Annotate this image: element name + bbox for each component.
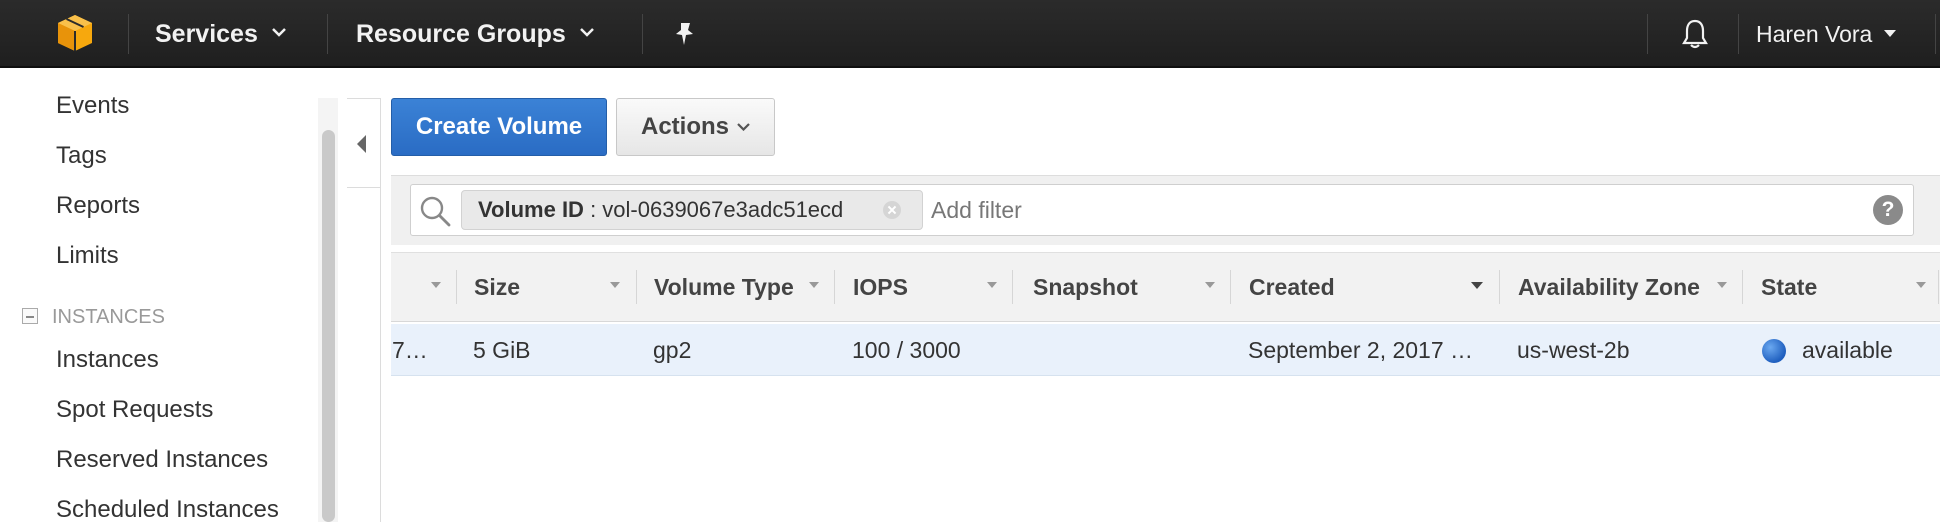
bell-icon[interactable]: [1680, 18, 1710, 50]
collapse-sidebar-toggle[interactable]: [347, 98, 381, 188]
resource-groups-menu[interactable]: Resource Groups: [356, 0, 594, 68]
sidebar-item-events[interactable]: Events: [56, 92, 129, 120]
services-menu[interactable]: Services: [155, 0, 286, 68]
column-header-snapshot[interactable]: Snapshot: [1033, 252, 1138, 322]
nav-divider: [1647, 14, 1648, 54]
column-header-created[interactable]: Created: [1249, 252, 1335, 322]
sidebar-item-limits[interactable]: Limits: [56, 242, 119, 270]
column-separator[interactable]: [456, 270, 457, 304]
table-row[interactable]: [391, 324, 1940, 376]
content-divider: [380, 188, 381, 522]
sort-descending-icon[interactable]: [1471, 282, 1483, 289]
cell-size: 5 GiB: [473, 337, 531, 363]
cell-state: available: [1802, 337, 1893, 363]
cell-availability-zone: us-west-2b: [1517, 337, 1630, 363]
sidebar-section-instances[interactable]: INSTANCES: [22, 306, 165, 329]
cell-truncated-id: 7…: [392, 337, 428, 363]
sidebar-scrollbar-thumb[interactable]: [322, 130, 335, 522]
column-separator[interactable]: [636, 270, 637, 304]
column-header-size[interactable]: Size: [474, 252, 520, 322]
chevron-down-icon: [579, 28, 594, 37]
sidebar-navigation: Events Tags Reports Limits INSTANCES Ins…: [0, 70, 320, 522]
column-separator[interactable]: [1012, 270, 1013, 304]
cell-created: September 2, 2017 …: [1248, 337, 1474, 363]
column-separator[interactable]: [1230, 270, 1231, 304]
sort-caret-icon[interactable]: [1205, 282, 1215, 288]
sidebar-item-reserved-instances[interactable]: Reserved Instances: [56, 446, 268, 474]
volume-id-filter-chip[interactable]: Volume ID : vol-0639067e3adc51ecd: [461, 190, 923, 230]
nav-divider: [1935, 14, 1936, 54]
sidebar-item-instances[interactable]: Instances: [56, 346, 159, 374]
sort-caret-icon[interactable]: [1916, 282, 1926, 288]
nav-divider: [642, 14, 643, 54]
top-navigation-bar: Services Resource Groups Haren Vora: [0, 0, 1940, 68]
sort-caret-icon[interactable]: [809, 282, 819, 288]
column-header-state[interactable]: State: [1761, 252, 1817, 322]
nav-divider: [327, 14, 328, 54]
chevron-down-icon: [737, 123, 750, 131]
collapse-minus-icon[interactable]: [22, 307, 38, 324]
table-header: [391, 252, 1940, 322]
sidebar-section-label: INSTANCES: [52, 306, 165, 328]
column-header-availability-zone[interactable]: Availability Zone: [1518, 252, 1700, 322]
column-separator[interactable]: [1499, 270, 1500, 304]
create-volume-button[interactable]: Create Volume: [391, 98, 607, 156]
cell-volume-type: gp2: [653, 337, 692, 363]
pin-icon[interactable]: [671, 20, 699, 48]
column-header-iops[interactable]: IOPS: [853, 252, 908, 322]
column-separator[interactable]: [834, 270, 835, 304]
aws-cube-logo-icon[interactable]: [54, 12, 96, 54]
sort-caret-icon[interactable]: [610, 282, 620, 288]
help-icon[interactable]: ?: [1873, 195, 1903, 225]
actions-dropdown-button[interactable]: Actions: [616, 98, 775, 156]
add-filter-input[interactable]: [931, 190, 1831, 230]
nav-divider: [128, 14, 129, 54]
search-icon: [420, 196, 451, 227]
state-available-icon: [1762, 339, 1786, 363]
services-label: Services: [155, 20, 258, 48]
remove-filter-close-icon[interactable]: [883, 201, 901, 219]
cell-iops: 100 / 3000: [852, 337, 961, 363]
sort-caret-icon[interactable]: [1717, 282, 1727, 288]
filter-chip-key: Volume ID: [478, 197, 584, 222]
column-separator[interactable]: [1742, 270, 1743, 304]
caret-down-icon: [1884, 29, 1897, 37]
sidebar-item-tags[interactable]: Tags: [56, 142, 107, 170]
sort-caret-icon[interactable]: [431, 282, 441, 288]
column-header-volume-type[interactable]: Volume Type: [654, 252, 794, 322]
nav-divider: [1738, 14, 1739, 54]
sidebar-item-spot-requests[interactable]: Spot Requests: [56, 396, 213, 424]
resource-groups-label: Resource Groups: [356, 20, 566, 48]
sidebar-item-scheduled-instances[interactable]: Scheduled Instances: [56, 496, 279, 522]
user-account-menu[interactable]: Haren Vora: [1756, 0, 1897, 68]
chevron-down-icon: [271, 28, 286, 37]
column-separator[interactable]: [1938, 270, 1939, 304]
filter-chip-value: : vol-0639067e3adc51ecd: [583, 197, 844, 222]
sidebar-item-reports[interactable]: Reports: [56, 192, 140, 220]
sort-caret-icon[interactable]: [987, 282, 997, 288]
actions-label: Actions: [640, 113, 729, 140]
user-name: Haren Vora: [1756, 21, 1873, 47]
